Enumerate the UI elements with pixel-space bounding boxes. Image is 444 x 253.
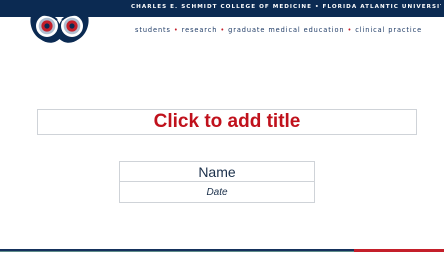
tagline-students: students	[135, 26, 171, 34]
tagline-bullet: •	[220, 26, 226, 34]
tagline-research: research	[181, 26, 218, 34]
header-title: CHARLES E. SCHMIDT COLLEGE OF MEDICINE •…	[131, 4, 441, 10]
footer-rule-teal	[0, 251, 354, 252]
footer-rule-red	[354, 249, 444, 252]
header-tagline: students • research • graduate medical e…	[135, 26, 422, 36]
tagline-clinical: clinical practice	[355, 26, 423, 34]
tagline-gme: graduate medical education	[228, 26, 345, 34]
title-placeholder-text[interactable]: Click to add title	[154, 111, 301, 133]
title-placeholder-box[interactable]: Click to add title	[37, 109, 417, 135]
date-text[interactable]: Date	[120, 182, 314, 202]
tagline-bullet: •	[347, 26, 353, 34]
tagline-bullet: •	[173, 26, 179, 34]
owl-logo-icon	[27, 8, 92, 46]
name-text[interactable]: Name	[120, 162, 314, 182]
name-date-box[interactable]: Name Date	[119, 161, 315, 203]
